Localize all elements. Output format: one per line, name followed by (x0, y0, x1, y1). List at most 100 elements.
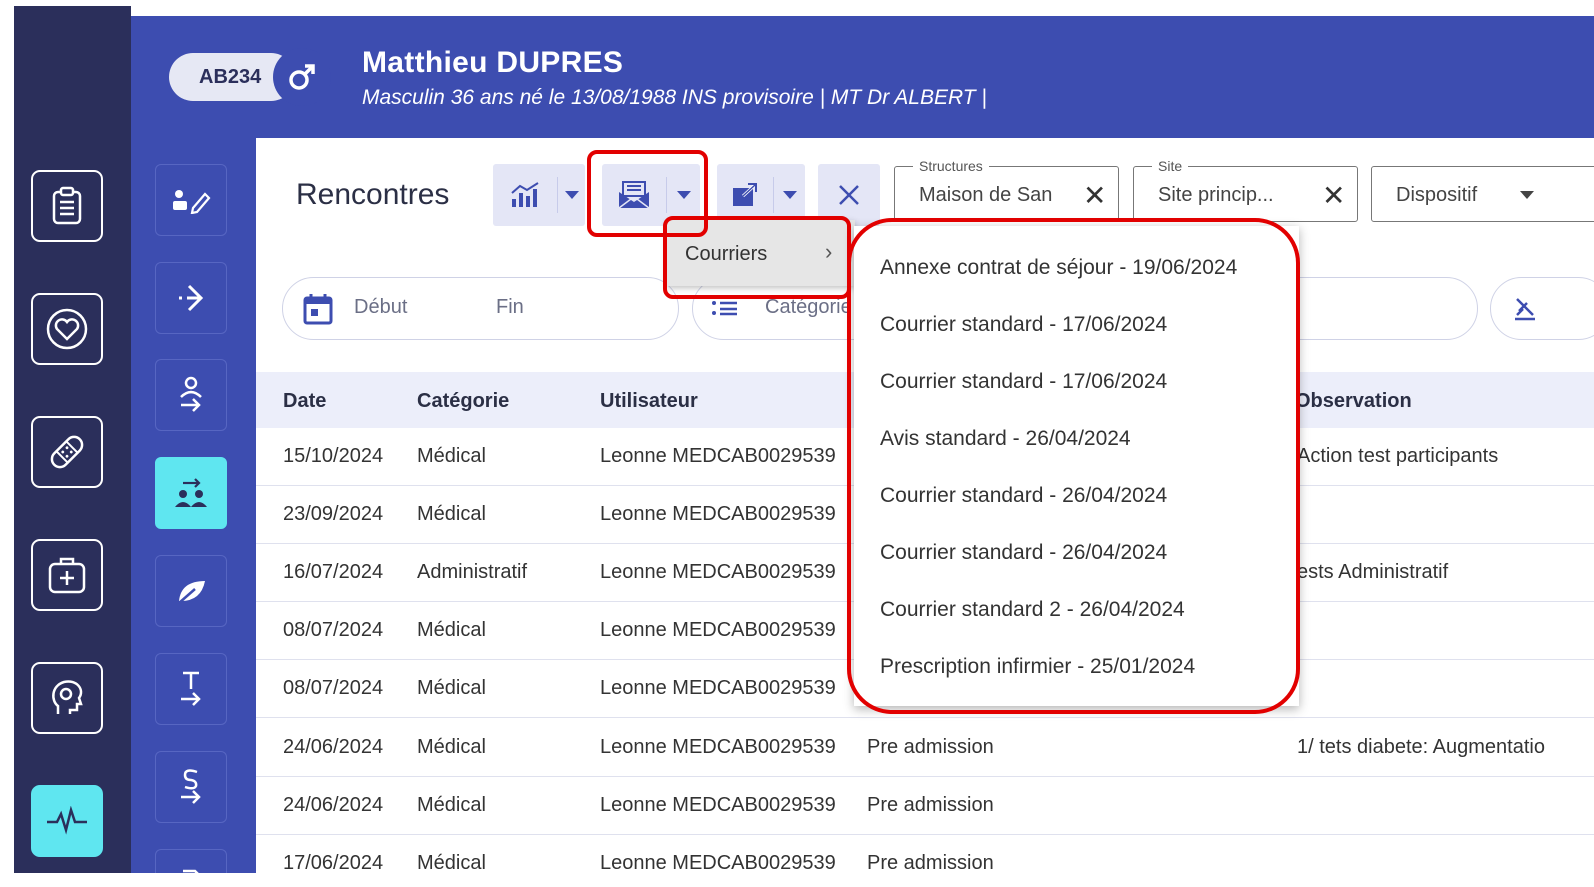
patient-subtitle: Masculin 36 ans né le 13/08/1988 INS pro… (362, 86, 987, 109)
pulse-icon[interactable] (31, 785, 103, 857)
group-arrow-icon[interactable] (155, 457, 227, 529)
courrier-menu-item[interactable]: Courrier standard - 26/04/2024 (880, 541, 1167, 565)
patient-name: Matthieu DUPRES (362, 46, 624, 79)
bandage-icon[interactable] (31, 416, 103, 488)
column-header[interactable]: Utilisateur (600, 390, 698, 413)
column-header[interactable]: Observation (1295, 390, 1412, 413)
calendar-icon (303, 293, 333, 330)
courriers-menu: Annexe contrat de séjour - 19/06/2024 Cou… (854, 226, 1299, 706)
clear-button[interactable] (818, 164, 880, 226)
heart-icon[interactable] (31, 293, 103, 365)
column-header[interactable]: Catégorie (417, 390, 509, 413)
category-placeholder: Catégorie (765, 296, 852, 318)
cell-category: Médical (417, 619, 486, 641)
app-frame: AB234 Matthieu DUPRES Masculin 36 ans né… (14, 6, 1594, 873)
cell-user: Leonne MEDCAB0029539 (600, 619, 836, 641)
courrier-menu-item[interactable]: Avis standard - 26/04/2024 (880, 427, 1131, 451)
site-field[interactable]: Site Site princip... ✕ (1133, 158, 1358, 222)
date-range-field[interactable]: Début Fin (282, 277, 679, 340)
courrier-menu-item[interactable]: Courrier standard - 17/06/2024 (880, 370, 1167, 394)
date-start-placeholder[interactable]: Début (354, 296, 407, 319)
site-label: Site (1152, 158, 1189, 174)
text-arrow-icon[interactable] (155, 653, 227, 725)
doc-icon[interactable] (155, 849, 227, 873)
cell-date: 08/07/2024 (283, 677, 384, 699)
cell-observation: 1/ tets diabete: Augmentatio (1297, 736, 1545, 758)
cell-category: Médical (417, 852, 486, 873)
mail-dropdown-chevron-down-icon[interactable] (667, 164, 700, 226)
site-value: Site princip... (1158, 184, 1274, 206)
export-button-group (717, 164, 805, 226)
head-icon[interactable] (31, 662, 103, 734)
date-end-placeholder[interactable]: Fin (496, 296, 524, 319)
clipboard-icon[interactable] (31, 170, 103, 242)
list-icon (711, 298, 739, 325)
cell-category: Médical (417, 503, 486, 525)
cell-date: 24/06/2024 (283, 736, 384, 758)
structures-label: Structures (913, 158, 989, 174)
dispositif-select[interactable]: Dispositif (1371, 166, 1594, 222)
courrier-menu-item[interactable]: Courrier standard - 17/06/2024 (880, 313, 1167, 337)
courrier-menu-item[interactable]: Courrier standard - 26/04/2024 (880, 484, 1167, 508)
cell-category: Médical (417, 677, 486, 699)
cell-date: 24/06/2024 (283, 794, 384, 816)
cell-category: Médical (417, 794, 486, 816)
export-icon[interactable] (717, 164, 773, 226)
main-sidebar (14, 6, 131, 873)
cell-user: Leonne MEDCAB0029539 (600, 561, 836, 583)
courrier-menu-item[interactable]: Courrier standard 2 - 26/04/2024 (880, 598, 1185, 622)
cell-user: Leonne MEDCAB0029539 (600, 677, 836, 699)
clear-site-close-icon[interactable]: ✕ (1322, 179, 1345, 212)
leaf-icon[interactable] (155, 555, 227, 627)
cell-user: Leonne MEDCAB0029539 (600, 445, 836, 467)
stats-dropdown-chevron-down-icon[interactable] (558, 164, 585, 226)
cell-user: Leonne MEDCAB0029539 (600, 503, 836, 525)
filter-clear-icon[interactable] (1511, 295, 1539, 328)
chevron-right-icon: › (825, 239, 833, 264)
user-edit-icon[interactable] (155, 164, 227, 236)
stats-button-group (493, 164, 585, 226)
cell-category: Médical (417, 445, 486, 467)
mail-button-group (602, 164, 700, 226)
cell-user: Leonne MEDCAB0029539 (600, 736, 836, 758)
structures-field[interactable]: Structures Maison de San ✕ (894, 158, 1119, 222)
medkit-icon[interactable] (31, 539, 103, 611)
table-row[interactable]: 24/06/2024 Médical Leonne MEDCAB0029539 Pre… (256, 719, 1594, 777)
cell-type: Pre admission (867, 852, 994, 873)
reset-filters-button[interactable] (1490, 277, 1594, 340)
export-dropdown-chevron-down-icon[interactable] (774, 164, 805, 226)
close-icon[interactable] (818, 164, 880, 226)
dispositif-chevron-down-icon[interactable] (1520, 191, 1534, 199)
section-sidebar (131, 138, 256, 873)
arrow-right-icon[interactable] (155, 262, 227, 334)
cell-type: Pre admission (867, 794, 994, 816)
cell-date: 16/07/2024 (283, 561, 384, 583)
s-arrow-icon[interactable] (155, 751, 227, 823)
cell-user: Leonne MEDCAB0029539 (600, 794, 836, 816)
table-row[interactable]: 24/06/2024 Médical Leonne MEDCAB0029539 Pre… (256, 777, 1594, 835)
chart-icon[interactable] (493, 164, 557, 226)
courrier-menu-item[interactable]: Annexe contrat de séjour - 19/06/2024 (880, 256, 1237, 280)
cell-category: Médical (417, 736, 486, 758)
cell-category: Administratif (417, 561, 528, 583)
cell-date: 17/06/2024 (283, 852, 384, 873)
cell-date: 23/09/2024 (283, 503, 384, 525)
column-header[interactable]: Date (283, 390, 326, 413)
page-title: Rencontres (296, 178, 450, 211)
mail-icon[interactable] (602, 164, 666, 226)
cell-date: 15/10/2024 (283, 445, 384, 467)
cell-date: 08/07/2024 (283, 619, 384, 641)
courrier-menu-item[interactable]: Prescription infirmier - 25/01/2024 (880, 655, 1195, 679)
table-row[interactable]: 17/06/2024 Médical Leonne MEDCAB0029539 Pre… (256, 835, 1594, 873)
structures-value: Maison de San (919, 184, 1053, 206)
mail-menu: Courriers › (667, 220, 855, 286)
male-icon (273, 48, 331, 106)
dispositif-placeholder: Dispositif (1396, 184, 1478, 206)
submenu-courriers[interactable]: Courriers (685, 243, 767, 266)
person-arrow-icon[interactable] (155, 359, 227, 431)
clear-structures-close-icon[interactable]: ✕ (1083, 179, 1106, 212)
cell-user: Leonne MEDCAB0029539 (600, 852, 836, 873)
cell-observation: ests Administratif (1297, 561, 1449, 583)
cell-type: Pre admission (867, 736, 994, 758)
cell-observation: Action test participants (1297, 445, 1499, 467)
